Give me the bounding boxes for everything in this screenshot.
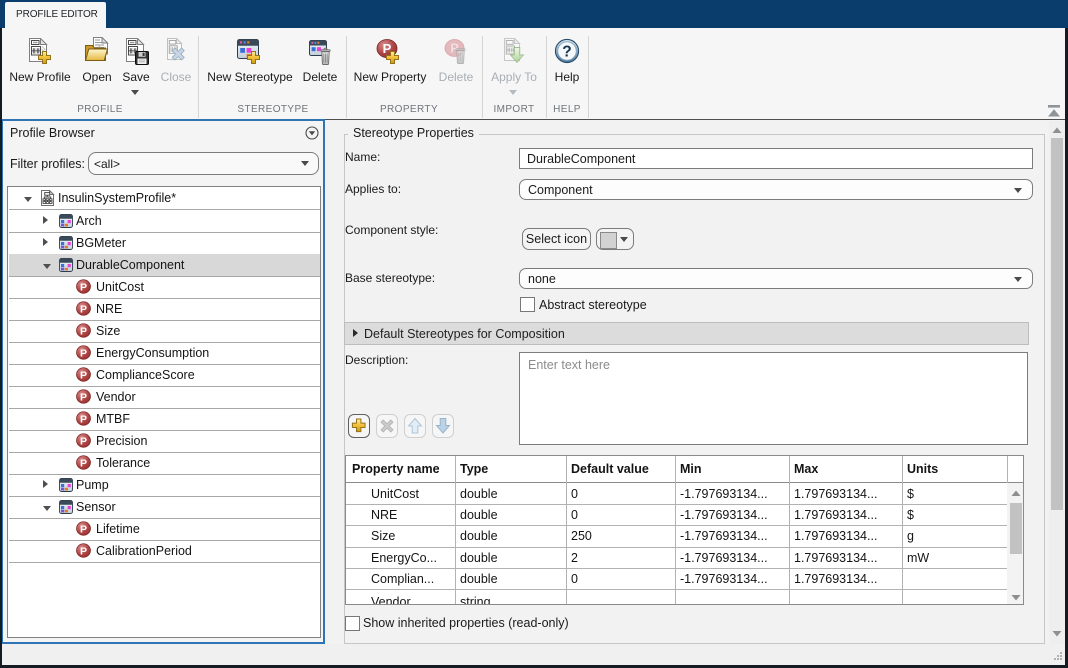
svg-text:?: ? xyxy=(562,44,571,61)
